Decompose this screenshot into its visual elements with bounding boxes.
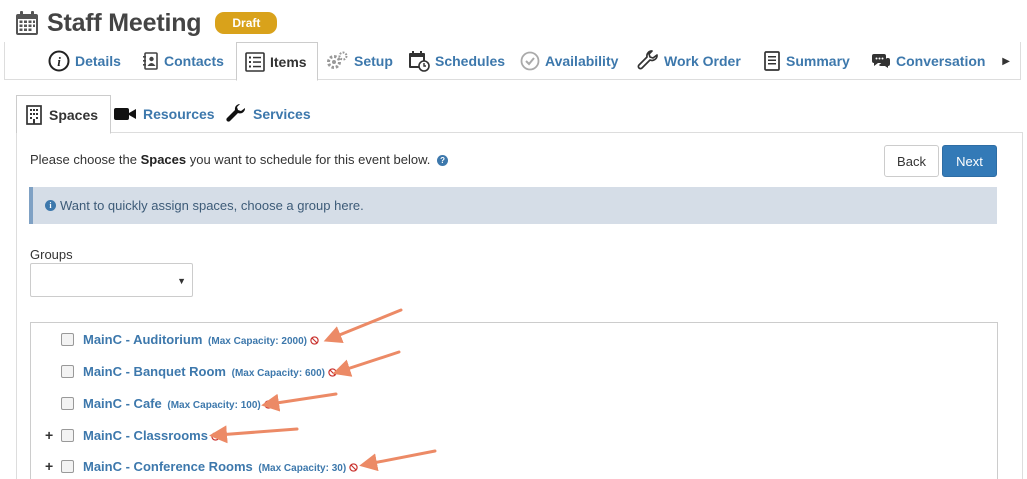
subtab-resources[interactable]: Resources [113,95,215,133]
tab-label: Conversation [896,53,986,69]
question-circle-icon[interactable]: ? [437,155,449,166]
space-name: MainC - Banquet Room [83,363,226,379]
address-book-icon [143,52,158,70]
spaces-panel: Please choose the Spaces you want to sch… [16,133,1023,479]
list-icon [245,51,265,72]
space-list: MainC - Auditorium (Max Capacity: 2000) … [30,322,998,479]
svg-text:i: i [57,54,61,69]
tab-label: Setup [354,53,393,69]
tab-label: Contacts [164,53,224,69]
space-link[interactable]: MainC - Banquet Room (Max Capacity: 600) [83,364,337,379]
space-checkbox[interactable] [61,364,74,378]
tab-work-order[interactable]: Work Order [637,42,741,80]
space-link[interactable]: MainC - Cafe (Max Capacity: 100) [83,396,273,411]
info-circle-icon: i [45,200,56,211]
space-name: MainC - Classrooms [83,427,208,443]
subtab-spaces[interactable]: Spaces [16,95,112,134]
space-name: MainC - Conference Rooms [83,458,253,474]
tab-availability[interactable]: Availability [520,42,618,80]
tabs-scroll-right-icon[interactable]: ▶ [1002,56,1010,67]
expand-icon[interactable]: + [45,428,55,442]
expand-icon[interactable]: + [45,459,55,473]
subtab-label: Spaces [49,106,99,123]
tab-schedules[interactable]: Schedules [408,42,505,80]
wrench-icon [226,103,246,122]
space-link[interactable]: MainC - Auditorium (Max Capacity: 2000) [83,332,319,347]
space-checkbox[interactable] [61,428,74,442]
ban-icon [349,462,358,472]
page-title: Staff Meeting [47,8,202,37]
main-tab-bar: i Details Contacts Items Setup Schedules… [4,42,1021,81]
check-circle-icon [520,51,540,71]
chat-icon [872,54,890,68]
sub-tab-bar: Spaces Resources Services [16,95,1023,134]
ban-icon [310,335,319,345]
tab-conversation[interactable]: Conversation [871,42,985,80]
building-icon [26,104,42,125]
back-button[interactable]: Back [884,145,939,177]
info-text: Want to quickly assign spaces, choose a … [60,198,364,213]
subtab-label: Resources [143,106,215,122]
ban-icon [211,431,220,441]
document-icon [764,51,780,71]
groups-label: Groups [30,247,73,262]
tab-label: Schedules [435,53,506,69]
tab-label: Availability [545,53,619,69]
tab-label: Details [75,53,121,69]
calendar-clock-icon [409,51,430,72]
space-checkbox[interactable] [61,396,74,410]
subtab-services[interactable]: Services [225,95,311,133]
ban-icon [264,399,273,409]
next-button[interactable]: Next [942,145,997,177]
video-camera-icon [114,108,136,120]
space-capacity: (Max Capacity: 100) [167,399,261,411]
gears-icon [327,51,348,69]
space-link[interactable]: MainC - Conference Rooms (Max Capacity: … [83,459,358,474]
tab-setup[interactable]: Setup [325,42,393,80]
info-banner: i Want to quickly assign spaces, choose … [29,187,997,224]
tab-summary[interactable]: Summary [763,42,850,80]
instruction-bold: Spaces [140,152,187,167]
caret-down-icon: ▼ [177,276,186,286]
tab-label: Work Order [664,53,741,69]
status-badge: Draft [215,12,278,34]
groups-select[interactable]: ▼ [30,263,193,297]
calendar-icon [16,11,38,35]
ban-icon [328,367,337,377]
space-name: MainC - Auditorium [83,331,203,347]
wrench-icon [637,50,658,70]
info-icon: i [48,50,70,72]
tab-contacts[interactable]: Contacts [143,42,224,80]
space-capacity: (Max Capacity: 600) [231,367,325,379]
tab-label: Summary [786,53,850,69]
space-checkbox[interactable] [61,332,74,346]
tab-items[interactable]: Items [236,42,318,81]
instruction-text: Please choose the Spaces you want to sch… [30,152,449,167]
space-name: MainC - Cafe [83,395,162,411]
space-link[interactable]: MainC - Classrooms [83,428,220,443]
subtab-label: Services [253,106,311,122]
space-capacity: (Max Capacity: 30) [258,462,347,474]
space-checkbox[interactable] [61,459,74,473]
space-capacity: (Max Capacity: 2000) [208,335,307,347]
tab-details[interactable]: i Details [48,42,121,80]
tab-label: Items [270,53,307,70]
title-bar: Staff Meeting Draft [15,8,278,38]
instruction-pre: Please choose the [30,152,141,167]
instruction-post: you want to schedule for this event belo… [186,152,431,167]
